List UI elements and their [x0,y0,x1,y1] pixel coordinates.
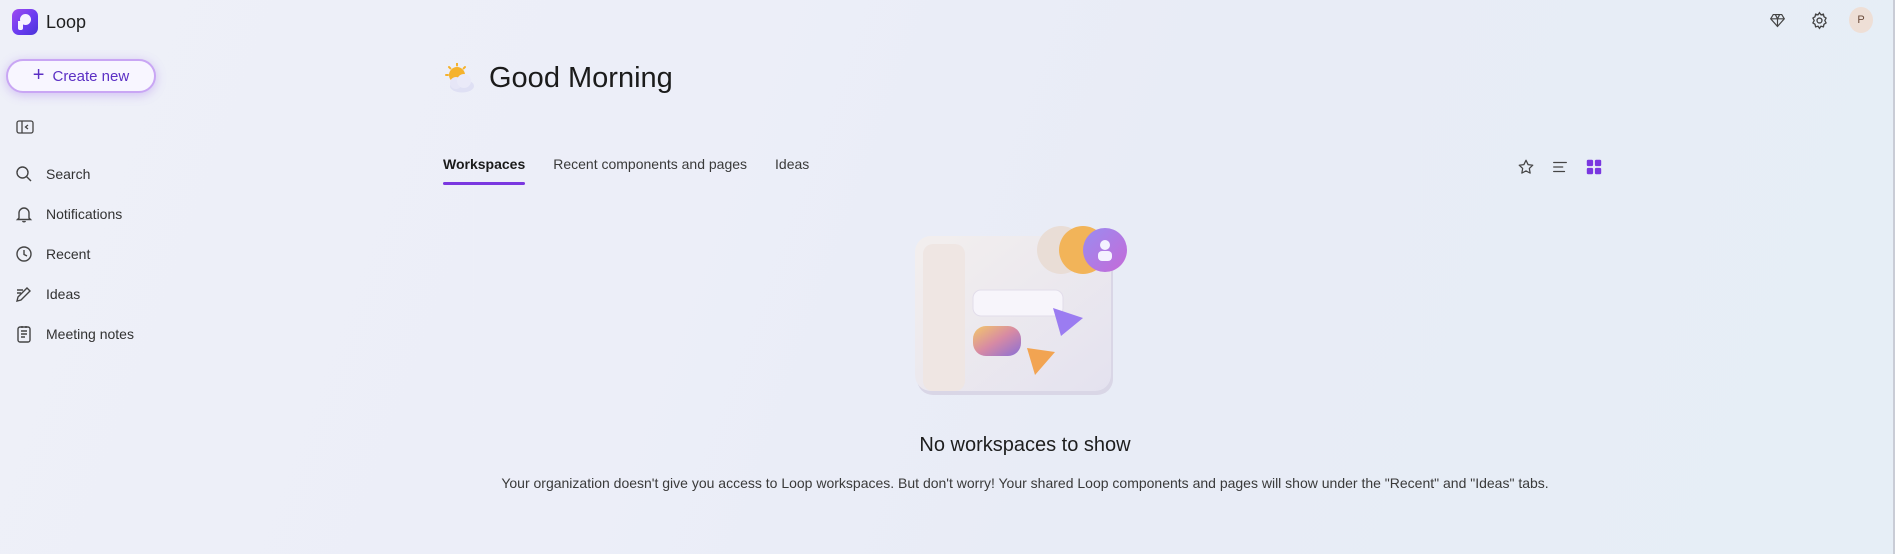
tab-list: Workspaces Recent components and pages I… [443,156,809,185]
empty-state-image [915,226,1127,395]
star-icon [1518,159,1534,174]
sidebar-item-notifications[interactable]: Notifications [14,194,174,234]
sidebar-item-label: Meeting notes [46,326,134,342]
tab-recent-components[interactable]: Recent components and pages [553,156,747,185]
partly-sunny-icon [445,62,474,92]
plus-icon: + [32,64,45,86]
pen-icon [16,287,31,302]
tab-ideas[interactable]: Ideas [775,156,809,185]
greeting: Good Morning [443,62,673,95]
bell-icon [15,207,33,223]
sidebar-item-label: Ideas [46,286,81,302]
clock-icon [16,246,32,262]
list-view-icon [1553,161,1567,173]
tab-workspaces[interactable]: Workspaces [443,156,526,185]
sidebar-item-ideas[interactable]: Ideas [14,274,174,314]
sidebar-nav: Search Notifications Recent Ideas Meetin… [14,154,174,354]
diamond-icon [1769,13,1785,27]
sidebar-item-label: Search [46,166,91,182]
loop-logo-icon [12,9,38,35]
sidebar-item-label: Notifications [46,206,123,222]
app-name: Loop [46,11,87,32]
empty-state-description: Your organization doesn't give you acces… [501,475,1549,491]
brand[interactable]: Loop [12,9,86,35]
favorites-button[interactable] [1515,156,1537,178]
top-actions: P [1765,7,1873,33]
empty-workspaces-illustration [915,220,1135,400]
avatar: P [1849,7,1873,33]
premium-button[interactable] [1765,8,1789,32]
list-view-button[interactable] [1549,156,1571,178]
notes-icon [17,326,31,343]
settings-button[interactable] [1807,8,1831,32]
sidebar-item-meeting-notes[interactable]: Meeting notes [14,314,174,354]
page-title: Good Morning [489,62,673,94]
grid-view-button[interactable] [1583,156,1605,178]
empty-state-title: No workspaces to show [919,434,1131,456]
search-icon [16,166,32,182]
collapse-sidebar-icon [16,120,34,134]
sidebar-item-label: Recent [46,246,91,262]
account-button[interactable]: P [1849,7,1873,33]
sidebar-item-recent[interactable]: Recent [14,234,174,274]
collapse-sidebar-button[interactable] [16,119,36,137]
create-new-label: Create new [52,67,130,85]
view-actions [1515,156,1605,178]
sidebar-item-search[interactable]: Search [14,154,174,194]
gear-icon [1811,11,1827,29]
grid-view-icon [1586,159,1602,175]
create-new-button[interactable]: + Create new [6,59,156,93]
